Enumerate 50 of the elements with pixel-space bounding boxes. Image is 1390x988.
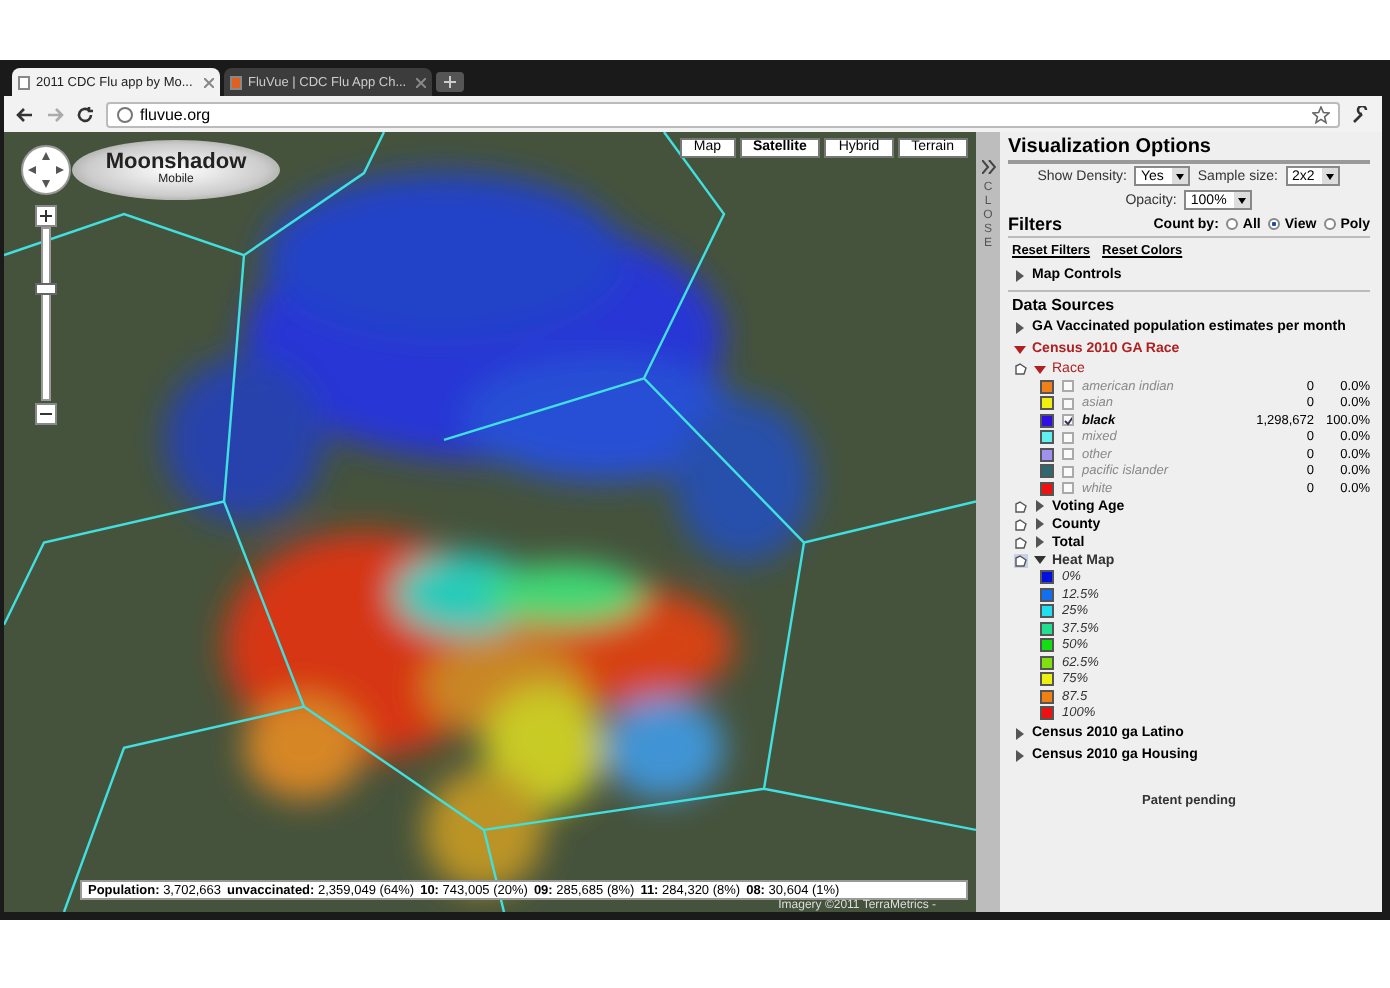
pan-control-icon[interactable] [20, 144, 72, 196]
color-swatch[interactable] [1040, 604, 1054, 619]
color-swatch[interactable] [1040, 379, 1054, 394]
caret-down-icon [1034, 554, 1046, 566]
radio-button[interactable] [1226, 218, 1239, 230]
checkbox[interactable] [1062, 448, 1074, 461]
checkbox[interactable] [1062, 414, 1074, 427]
page-icon [18, 75, 30, 89]
caret-right-icon [1014, 269, 1026, 281]
color-swatch[interactable] [1040, 413, 1054, 428]
radio-button[interactable] [1268, 218, 1281, 230]
color-swatch[interactable] [1040, 706, 1054, 721]
close-icon[interactable] [416, 77, 426, 87]
color-swatch[interactable] [1040, 464, 1054, 479]
caret-right-icon [1014, 321, 1026, 333]
reload-icon[interactable] [76, 105, 94, 123]
color-swatch[interactable] [1040, 689, 1054, 704]
color-swatch[interactable] [1040, 570, 1054, 585]
color-swatch[interactable] [1040, 430, 1054, 445]
checkbox[interactable] [1062, 397, 1074, 410]
color-swatch[interactable] [1040, 638, 1054, 653]
back-arrow-icon[interactable] [16, 105, 34, 123]
color-swatch[interactable] [1040, 587, 1054, 602]
zoom-slider-icon[interactable] [34, 204, 58, 428]
checkbox[interactable] [1062, 431, 1074, 444]
color-swatch[interactable] [1040, 621, 1054, 636]
checkbox[interactable] [1062, 380, 1074, 393]
double-chevron-icon[interactable] [981, 160, 995, 174]
checkbox[interactable] [1062, 465, 1074, 478]
checkbox[interactable] [1062, 482, 1074, 495]
color-swatch[interactable] [1040, 447, 1054, 462]
plus-icon [444, 76, 456, 88]
star-icon[interactable] [1312, 105, 1330, 123]
address-field[interactable]: fluvue.org [106, 101, 1340, 127]
filters-title: Filters [1008, 214, 1063, 234]
wrench-icon[interactable] [1352, 105, 1370, 123]
dropdown-arrow-icon[interactable] [1171, 168, 1188, 184]
color-swatch[interactable] [1040, 396, 1054, 411]
globe-icon [116, 105, 134, 123]
dropdown-arrow-icon[interactable] [1234, 192, 1251, 208]
page-icon [230, 75, 242, 89]
new-tab-button[interactable] [436, 72, 464, 92]
color-swatch[interactable] [1040, 481, 1054, 496]
section-title: Data Sources [1008, 290, 1370, 316]
logo-text: Moonshadow [105, 152, 247, 174]
dropdown-arrow-icon[interactable] [1322, 168, 1339, 184]
color-swatch[interactable] [1040, 672, 1054, 687]
color-swatch[interactable] [1040, 655, 1054, 670]
close-icon[interactable] [204, 77, 214, 87]
radio-button[interactable] [1324, 218, 1337, 230]
